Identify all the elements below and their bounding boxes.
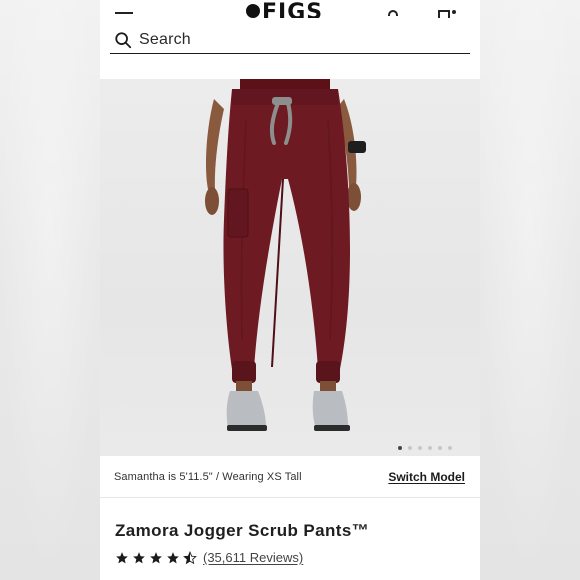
switch-model-link[interactable]: Switch Model [388,470,465,484]
left-sneaker [226,391,266,429]
right-sneaker [312,391,348,429]
menu-icon[interactable] [115,12,133,14]
left-cuff [232,361,256,383]
product-rating: (35,611 Reviews) [115,550,303,565]
drawstring-knot [272,97,292,105]
brand-name: FIGS [262,2,324,18]
carousel-dot[interactable] [438,446,442,450]
brand-logo[interactable]: FIGS [246,2,323,18]
model-info-bar: Samantha is 5'11.5" / Wearing XS Tall Sw… [100,456,480,498]
left-arm [206,99,224,191]
star-rating [115,550,197,565]
right-cuff [316,361,340,383]
carousel-dot[interactable] [448,446,452,450]
star-full-icon [133,551,145,563]
left-sneaker-sole [227,425,267,431]
left-background [0,0,100,580]
mobile-page: FIGS Search Samantha is 5'11.5" / Wearin… [100,0,480,580]
product-image[interactable] [100,79,480,456]
top-navigation: FIGS [100,0,480,24]
search-bar[interactable] [110,27,470,54]
wristwatch [348,141,366,153]
carousel-dot[interactable] [428,446,432,450]
star-full-icon [150,551,162,563]
right-sneaker-sole [314,425,350,431]
product-title: Zamora Jogger Scrub Pants™ [115,521,370,540]
account-icon[interactable] [388,10,398,16]
star-full-icon [167,551,179,563]
carousel-dot[interactable] [398,446,402,450]
logo-mark-icon [246,4,260,18]
model-size-info: Samantha is 5'11.5" / Wearing XS Tall [114,471,302,483]
right-background [480,0,580,580]
cargo-pocket [227,188,249,238]
star-half-icon [183,550,197,564]
carousel-dots [398,446,452,450]
left-hand [205,187,219,215]
search-input[interactable] [139,29,439,51]
shirt-hem [240,79,330,89]
shopping-bag-icon[interactable] [438,10,456,18]
product-photo [205,79,366,431]
carousel-dot[interactable] [418,446,422,450]
carousel-dot[interactable] [408,446,412,450]
star-full-icon [116,551,128,563]
search-icon [115,32,132,49]
reviews-link[interactable]: (35,611 Reviews) [203,550,303,565]
